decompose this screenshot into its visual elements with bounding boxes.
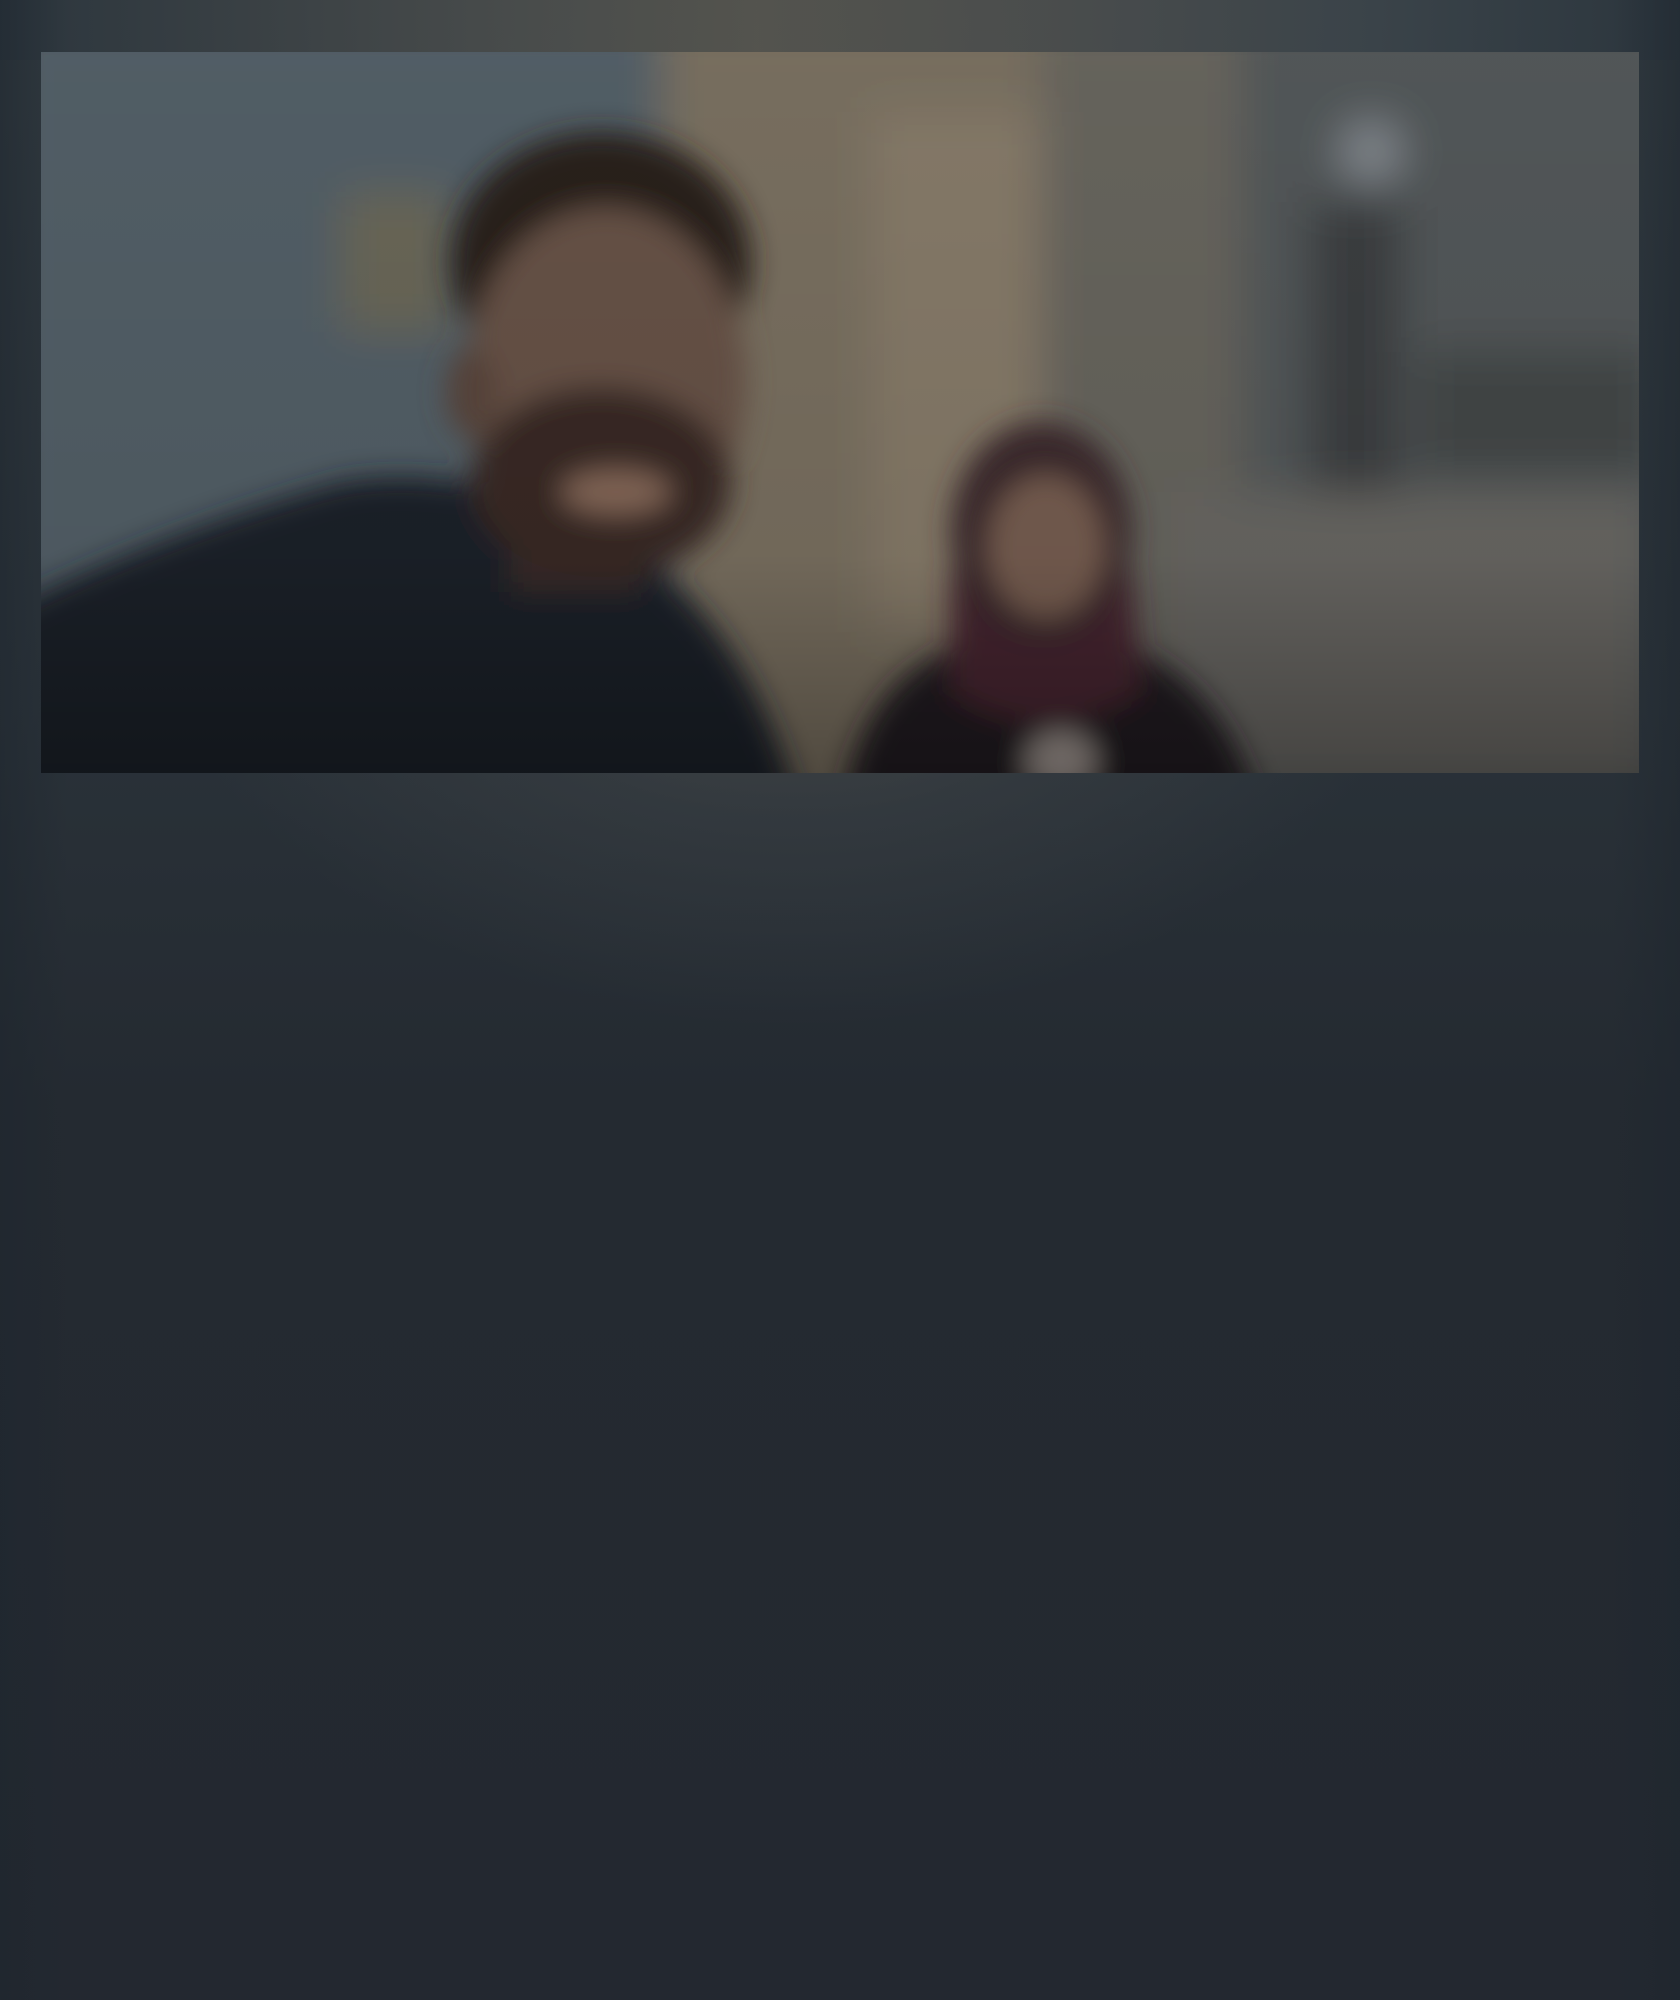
blurred-video-frame xyxy=(41,52,1639,773)
video-call-window xyxy=(0,0,1680,2000)
remote-video-feed[interactable] xyxy=(41,52,1639,773)
